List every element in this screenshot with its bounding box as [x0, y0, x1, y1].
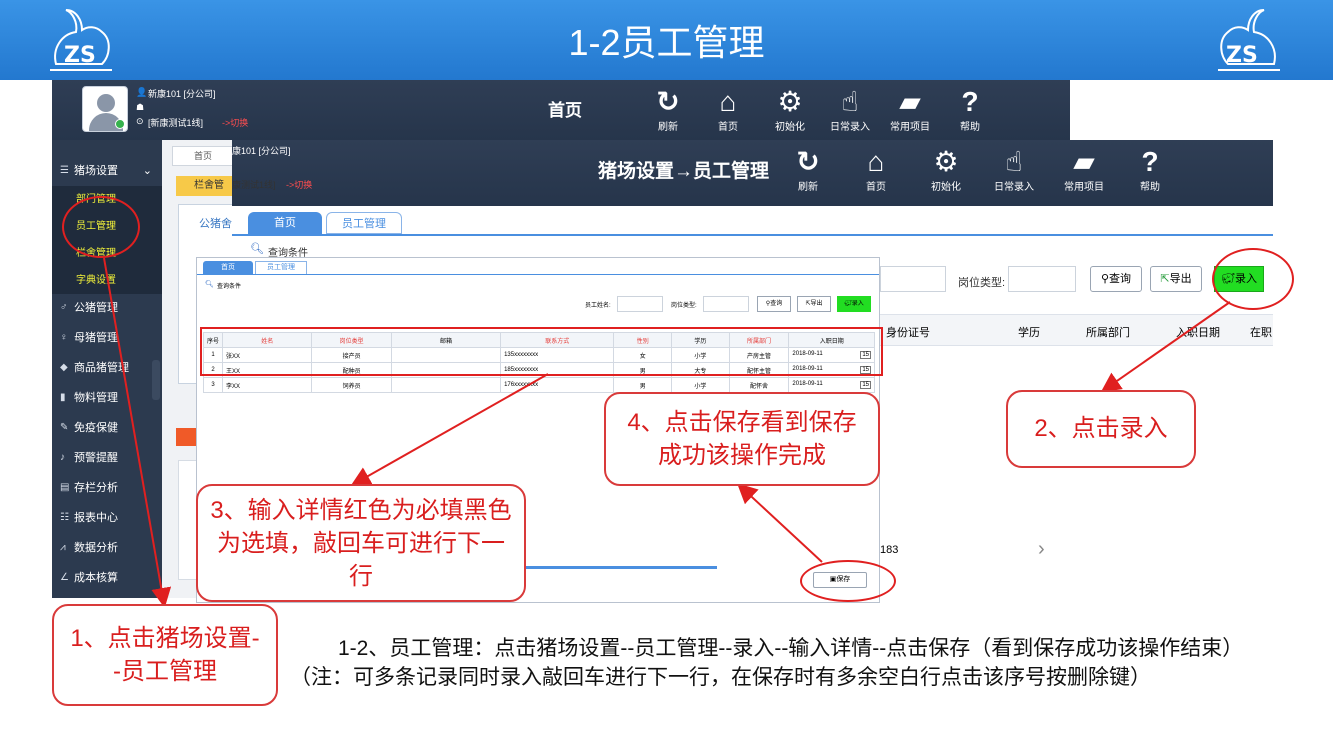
- callout-step1: 1、点击猪场设置--员工管理: [52, 604, 278, 706]
- arrow-step1: [103, 257, 172, 608]
- arrow-step2: [1100, 301, 1231, 393]
- callout-step4: 4、点击保存看到保存成功该操作完成: [604, 392, 880, 486]
- callout-step3: 3、输入详情红色为必填黑色为选填，敲回车可进行下一行: [196, 484, 526, 602]
- instruction-caption: 1-2、员工管理：点击猪场设置--员工管理--录入--输入详情--点击保存（看到…: [290, 637, 1244, 689]
- callout-step2: 2、点击录入: [1006, 390, 1196, 468]
- arrow-step3: [350, 373, 549, 486]
- arrow-step4: [737, 483, 823, 563]
